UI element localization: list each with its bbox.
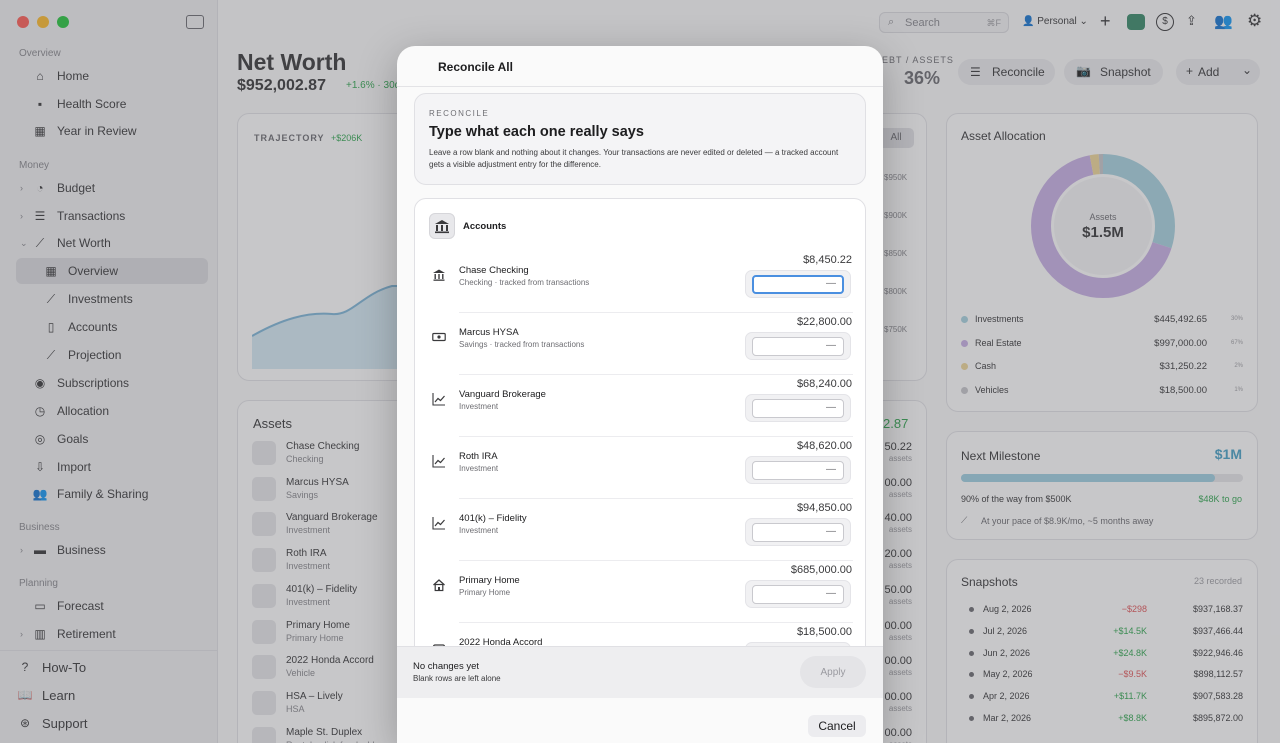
balance-input-wrapper: —	[745, 394, 851, 422]
input-placeholder-dash: —	[826, 340, 836, 351]
cash-icon	[432, 330, 446, 344]
balance-input-wrapper: —	[745, 332, 851, 360]
reconcile-intro-card: RECONCILE Type what each one really says…	[414, 93, 866, 185]
account-subtitle: Checking · tracked from transactions	[459, 278, 590, 287]
account-subtitle: Savings · tracked from transactions	[459, 340, 585, 349]
balance-input-wrapper: —	[745, 456, 851, 484]
account-balance: $22,800.00	[796, 316, 852, 328]
cancel-button[interactable]: Cancel	[808, 715, 866, 737]
account-balance: $8,450.22	[803, 254, 852, 266]
balance-input-wrapper: —	[745, 518, 851, 546]
reconcile-all-sheet: Reconcile All RECONCILE Type what each o…	[397, 46, 883, 743]
account-balance: $94,850.00	[796, 502, 852, 514]
input-placeholder-dash: —	[826, 526, 836, 537]
accounts-card: Accounts Chase Checking Checking · tracke…	[414, 198, 866, 658]
reconcile-row: Marcus HYSA Savings · tracked from transa…	[415, 313, 865, 375]
footer-hint: Blank rows are left alone	[413, 674, 501, 683]
balance-input-wrapper: —	[745, 270, 851, 298]
account-subtitle: Investment	[459, 464, 499, 473]
apply-button[interactable]: Apply	[800, 656, 866, 688]
reconcile-row: Roth IRA Investment $48,620.00 —	[415, 437, 865, 499]
chart-icon	[432, 516, 446, 530]
modal-footer: No changes yet Blank rows are left alone…	[397, 646, 883, 698]
modal-title: Reconcile All	[438, 60, 513, 74]
accounts-section-title: Accounts	[463, 221, 507, 232]
account-balance: $48,620.00	[796, 440, 852, 452]
account-name: 401(k) – Fidelity	[459, 513, 527, 524]
chart-icon	[432, 392, 446, 406]
input-placeholder-dash: —	[826, 588, 836, 599]
account-subtitle: Primary Home	[459, 588, 511, 597]
reconcile-row: Vanguard Brokerage Investment $68,240.00 —	[415, 375, 865, 437]
reconcile-row: Chase Checking Checking · tracked from tr…	[415, 251, 865, 313]
account-balance: $685,000.00	[790, 564, 852, 576]
account-balance: $18,500.00	[796, 626, 852, 638]
bank-icon	[432, 268, 446, 282]
reconcile-row: Primary Home Primary Home $685,000.00 —	[415, 561, 865, 623]
intro-eyebrow: RECONCILE	[429, 109, 490, 118]
footer-status: No changes yet	[413, 661, 480, 672]
account-name: Marcus HYSA	[459, 327, 519, 338]
account-name: Primary Home	[459, 575, 520, 586]
accounts-section-icon	[429, 213, 455, 239]
balance-input-wrapper: —	[745, 580, 851, 608]
account-name: Vanguard Brokerage	[459, 389, 546, 400]
account-name: Chase Checking	[459, 265, 529, 276]
account-subtitle: Investment	[459, 402, 499, 411]
intro-description: Leave a row blank and nothing about it c…	[429, 148, 839, 169]
account-balance: $68,240.00	[796, 378, 852, 390]
account-name: Roth IRA	[459, 451, 498, 462]
input-placeholder-dash: —	[826, 464, 836, 475]
intro-heading: Type what each one really says	[429, 124, 644, 140]
modal-divider	[397, 86, 883, 87]
house-icon	[432, 578, 446, 592]
input-placeholder-dash: —	[826, 278, 836, 289]
reconcile-row: 401(k) – Fidelity Investment $94,850.00 —	[415, 499, 865, 561]
account-subtitle: Investment	[459, 526, 499, 535]
input-placeholder-dash: —	[826, 402, 836, 413]
chart-icon	[432, 454, 446, 468]
